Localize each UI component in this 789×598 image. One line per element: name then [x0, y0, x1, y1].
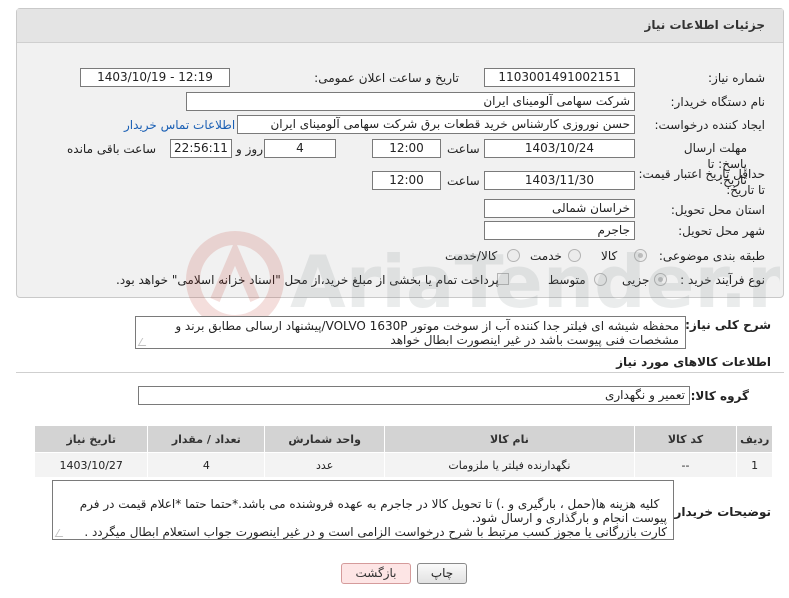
table-row: 1 -- نگهدارنده فیلتر یا ملزومات عدد 4 14…	[33, 452, 773, 478]
reply-time-field: 12:00	[372, 139, 441, 158]
buyer-notes-text: کلیه هزینه ها(حمل ، بارگیری و .) تا تحوی…	[52, 480, 674, 540]
province-field: خراسان شمالی	[484, 199, 635, 218]
section-divider	[16, 372, 784, 373]
col-date: تاریخ نیاز	[33, 425, 149, 453]
need-number-field: 1103001491002151	[484, 68, 635, 87]
back-button[interactable]: بازگشت	[341, 563, 411, 584]
announce-date-field: 1403/10/19 - 12:19	[80, 68, 230, 87]
process-option-medium: متوسط	[548, 273, 586, 287]
cell-code: --	[633, 452, 738, 478]
cell-date: 1403/10/27	[33, 452, 149, 478]
days-remaining-field: 4	[264, 139, 336, 158]
goods-table: ردیف کد کالا نام کالا واحد شمارش تعداد /…	[33, 425, 773, 478]
creator-field: حسن نوروزی کارشناس خرید قطعات برق شرکت س…	[237, 115, 635, 134]
print-button[interactable]: چاپ	[417, 563, 467, 584]
description-label: شرح کلی نیاز:	[685, 318, 771, 332]
buyer-notes-label: توضیحات خریدار:	[669, 505, 771, 519]
buyer-org-field: شرکت سهامی آلومینای ایران	[186, 92, 635, 111]
col-qty: تعداد / مقدار	[147, 425, 266, 453]
process-radio-medium[interactable]	[594, 273, 607, 286]
announce-date-label: تاریخ و ساعت اعلان عمومی:	[314, 71, 459, 85]
goods-group-field: تعمیر و نگهداری	[138, 386, 690, 405]
col-unit: واحد شمارش	[264, 425, 386, 453]
days-label: روز و	[236, 142, 263, 156]
city-field: جاجرم	[484, 221, 635, 240]
category-radio-service[interactable]	[568, 249, 581, 262]
process-radio-minor[interactable]	[654, 273, 667, 286]
col-name: نام کالا	[384, 425, 635, 453]
category-option-service: خدمت	[530, 249, 562, 263]
need-number-label: شماره نیاز:	[708, 71, 765, 85]
remaining-time-label: ساعت باقی مانده	[67, 142, 157, 156]
resize-grip-icon[interactable]	[54, 529, 68, 537]
cell-qty: 4	[147, 452, 266, 478]
resize-grip-icon[interactable]	[137, 338, 151, 346]
cell-name: نگهدارنده فیلتر یا ملزومات	[384, 452, 635, 478]
province-label: استان محل تحویل:	[670, 203, 765, 217]
description-content: محفظه شیشه ای فیلتر جدا کننده آب از سوخت…	[175, 319, 679, 347]
buyer-contact-link[interactable]: اطلاعات تماس خریدار	[124, 118, 235, 132]
category-radio-goods[interactable]	[634, 249, 647, 262]
reply-time-label: ساعت	[447, 142, 480, 156]
buyer-notes-content: کلیه هزینه ها(حمل ، بارگیری و .) تا تحوی…	[79, 497, 667, 539]
category-label: طبقه بندی موضوعی:	[658, 249, 765, 263]
price-validity-label-text: حداقل تاریخ اعتبار قیمت: تا تاریخ:	[638, 167, 765, 197]
treasury-payment-note: پرداخت تمام یا بخشی از مبلغ خرید،از محل …	[116, 273, 499, 287]
validity-time-label: ساعت	[447, 174, 480, 188]
goods-table-header: ردیف کد کالا نام کالا واحد شمارش تعداد /…	[33, 425, 773, 453]
goods-group-label: گروه کالا:	[690, 389, 749, 403]
process-option-minor: جزیی	[622, 273, 650, 287]
buyer-org-label: نام دستگاه خریدار:	[670, 95, 766, 109]
col-row: ردیف	[736, 425, 773, 453]
page-title: جزئیات اطلاعات نیاز	[644, 18, 765, 32]
col-code: کد کالا	[633, 425, 738, 453]
validity-time-field: 12:00	[372, 171, 441, 190]
price-validity-label: حداقل تاریخ اعتبار قیمت: تا تاریخ:	[635, 166, 765, 198]
category-option-goods: کالا	[601, 249, 618, 263]
category-option-goods-service: کالا/خدمت	[445, 249, 498, 263]
remaining-time-field: 22:56:11	[170, 139, 232, 158]
reply-date-field: 1403/10/24	[484, 139, 635, 158]
process-type-label: نوع فرآیند خرید :	[680, 273, 765, 287]
cell-row: 1	[736, 452, 773, 478]
creator-label: ایجاد کننده درخواست:	[654, 118, 765, 132]
cell-unit: عدد	[264, 452, 386, 478]
city-label: شهر محل تحویل:	[678, 224, 765, 238]
description-text: محفظه شیشه ای فیلتر جدا کننده آب از سوخت…	[135, 316, 686, 349]
validity-date-field: 1403/11/30	[484, 171, 635, 190]
category-radio-goods-service[interactable]	[507, 249, 520, 262]
goods-section-title: اطلاعات کالاهای مورد نیاز	[616, 355, 771, 369]
